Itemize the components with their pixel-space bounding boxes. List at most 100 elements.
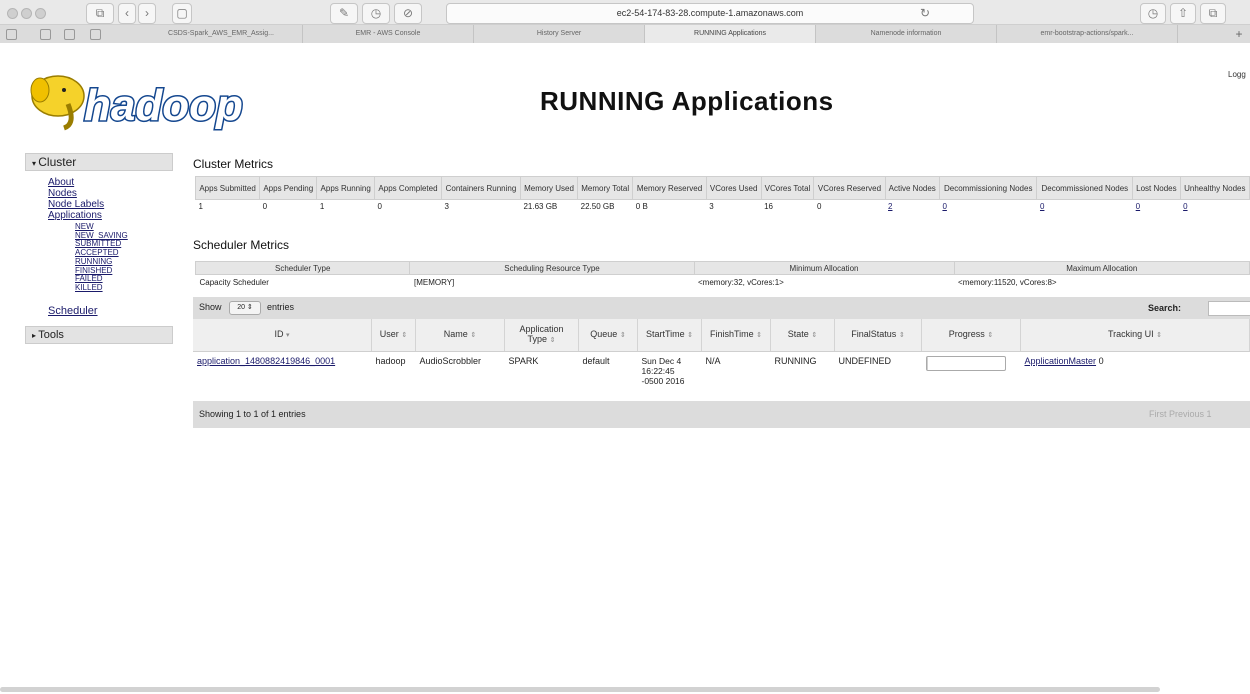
scheduler-value: <memory:32, vCores:1> xyxy=(698,277,784,287)
tools-section-header[interactable]: ▸ Tools xyxy=(25,325,173,344)
reload-icon[interactable]: ↻ xyxy=(920,4,930,23)
cluster-section-header[interactable]: ▾ Cluster xyxy=(25,153,173,171)
sidebar-toggle-icon[interactable]: ⧉ xyxy=(86,3,114,24)
metrics-header: Decommissioning Nodes xyxy=(938,176,1038,200)
privacy-icon[interactable]: ⊘ xyxy=(394,3,422,24)
top-sites-icon[interactable] xyxy=(64,29,75,40)
show-label: Show xyxy=(199,302,222,312)
history-icon[interactable]: ◷ xyxy=(362,3,390,24)
metrics-header: VCores Used xyxy=(705,176,762,200)
sort-icon: ⇕ xyxy=(619,332,626,339)
downloads-icon[interactable]: ◷ xyxy=(1140,3,1166,24)
metrics-value[interactable]: 0 xyxy=(1133,200,1180,227)
page-size-select[interactable]: 20 ⇕ xyxy=(229,301,261,315)
sort-icon: ⇕ xyxy=(401,332,408,339)
zoom-window-icon[interactable] xyxy=(35,8,46,19)
metrics-value: 3 xyxy=(709,202,714,211)
progress-bar xyxy=(925,356,1006,371)
metrics-header: Containers Running xyxy=(440,176,521,200)
metrics-header: Memory Total xyxy=(577,176,634,200)
tab-label: emr-bootstrap-actions/spark... xyxy=(1040,30,1134,37)
show-tabs-icon[interactable]: ⧉ xyxy=(1200,3,1226,24)
metrics-header: Lost Nodes xyxy=(1132,176,1181,200)
minimize-window-icon[interactable] xyxy=(21,8,32,19)
column-header-state[interactable]: State ⇕ xyxy=(770,319,835,352)
metrics-header: Memory Reserved xyxy=(632,176,707,200)
metrics-value[interactable]: 2 xyxy=(885,200,939,227)
sidebar-item-scheduler[interactable]: Scheduler xyxy=(48,305,173,317)
scheduler-value: <memory:11520, vCores:8> xyxy=(958,277,1057,287)
close-window-icon[interactable] xyxy=(7,8,18,19)
extension-icon[interactable]: ✎ xyxy=(330,3,358,24)
metrics-header: VCores Total xyxy=(760,176,815,200)
applications-table: ID ▾ User ⇕ Name ⇕ Application Type ⇕ Qu… xyxy=(193,319,1250,398)
name-cell: AudioScrobbler xyxy=(419,356,482,366)
logo-text: hadoop xyxy=(84,81,243,130)
column-header-tracking-ui[interactable]: Tracking UI ⇕ xyxy=(1020,319,1250,352)
sort-icon: ⇕ xyxy=(470,332,477,339)
column-header-finishtime[interactable]: FinishTime ⇕ xyxy=(701,319,771,352)
tab-namenode[interactable]: Namenode information xyxy=(816,25,997,43)
metrics-value[interactable]: 0 xyxy=(1037,200,1133,227)
bookmarks-icon[interactable] xyxy=(6,29,17,40)
metrics-value: 0 B xyxy=(635,202,648,211)
search-input[interactable] xyxy=(1208,301,1250,316)
metrics-header: Active Nodes xyxy=(884,176,940,200)
scheduler-header: Maximum Allocation xyxy=(953,261,1250,275)
tab-bootstrap[interactable]: emr-bootstrap-actions/spark... xyxy=(997,25,1178,43)
column-header-user[interactable]: User ⇕ xyxy=(371,319,416,352)
sort-icon: ⇕ xyxy=(549,337,556,344)
hadoop-logo: hadoop xyxy=(30,75,244,132)
metrics-header: Apps Pending xyxy=(259,176,318,200)
scheduler-metrics-title: Scheduler Metrics xyxy=(193,238,290,252)
tools-label: Tools xyxy=(38,328,64,341)
page-size-value: 20 xyxy=(237,304,245,311)
starttime-cell: Sun Dec 4 16:22:45 -0500 2016 xyxy=(641,356,685,386)
sort-icon: ⇕ xyxy=(1156,332,1163,339)
column-header-type[interactable]: Application Type ⇕ xyxy=(504,319,579,352)
sidebar-item-about[interactable]: About xyxy=(48,177,173,188)
metrics-value[interactable]: 0 xyxy=(939,200,1037,227)
tab-bar: CSDS-Spark_AWS_EMR_Assig... EMR - AWS Co… xyxy=(0,24,1250,43)
sort-icon: ⇕ xyxy=(811,332,818,339)
scheduler-header: Minimum Allocation xyxy=(693,261,955,275)
horizontal-scrollbar[interactable] xyxy=(0,687,1160,692)
metrics-value: 0 xyxy=(262,202,268,211)
column-header-progress[interactable]: Progress ⇕ xyxy=(921,319,1021,352)
tab-running[interactable]: RUNNING Applications xyxy=(645,25,816,43)
column-header-id[interactable]: ID ▾ xyxy=(193,319,372,352)
finalstatus-cell: UNDEFINED xyxy=(838,356,892,366)
pagination[interactable]: First Previous 1 xyxy=(1149,409,1212,419)
metrics-value: 0 xyxy=(377,202,382,211)
sort-icon: ⇕ xyxy=(687,332,694,339)
metrics-value[interactable]: 0 xyxy=(1180,200,1249,227)
entries-label: entries xyxy=(267,302,295,312)
sidebar-item-killed[interactable]: KILLED xyxy=(75,283,173,293)
share-icon[interactable]: ⇧ xyxy=(1170,3,1196,24)
column-header-name[interactable]: Name ⇕ xyxy=(415,319,505,352)
sidebar-item-node-labels[interactable]: Node Labels xyxy=(48,199,173,210)
tab-emr[interactable]: EMR - AWS Console xyxy=(303,25,474,43)
forward-icon[interactable]: › xyxy=(138,3,156,24)
column-header-finalstatus[interactable]: FinalStatus ⇕ xyxy=(834,319,922,352)
scheduler-header: Scheduler Type xyxy=(194,261,411,275)
tracking-ui-link[interactable]: ApplicationMaster xyxy=(1025,356,1097,366)
sidebar-icon[interactable] xyxy=(90,29,101,40)
column-header-starttime[interactable]: StartTime ⇕ xyxy=(637,319,702,352)
sidebar-item-applications[interactable]: Applications xyxy=(48,210,173,221)
application-id-link[interactable]: application_1480882419846_0001 xyxy=(197,356,335,366)
column-header-queue[interactable]: Queue ⇕ xyxy=(578,319,638,352)
tab-overview-icon[interactable]: ▢ xyxy=(172,3,192,24)
tab-history[interactable]: History Server xyxy=(474,25,645,43)
back-icon[interactable]: ‹ xyxy=(118,3,136,24)
sidebar-item-nodes[interactable]: Nodes xyxy=(48,188,173,199)
tab-label: History Server xyxy=(536,30,582,37)
scheduler-value: Capacity Scheduler xyxy=(199,277,269,287)
url-bar[interactable]: ec2-54-174-83-28.compute-1.amazonaws.com xyxy=(446,3,974,24)
tab-csds[interactable]: CSDS-Spark_AWS_EMR_Assig... xyxy=(140,25,303,43)
tab-label: RUNNING Applications xyxy=(694,30,766,37)
table-row: application_1480882419846_0001 hadoop Au… xyxy=(193,352,1250,399)
cluster-metrics-table: Apps Submitted Apps Pending Apps Running Ap… xyxy=(194,176,1250,227)
new-tab-icon[interactable]: + xyxy=(1230,25,1248,43)
reading-list-icon[interactable] xyxy=(40,29,51,40)
